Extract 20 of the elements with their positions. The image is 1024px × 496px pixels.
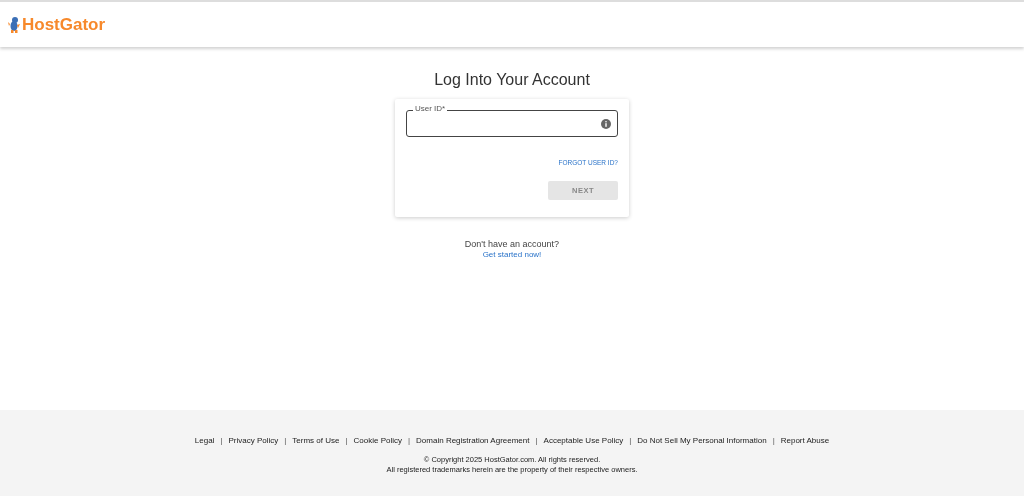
footer-link[interactable]: Cookie Policy bbox=[353, 436, 402, 445]
gator-mascot-icon bbox=[8, 16, 20, 33]
link-separator: | bbox=[772, 436, 775, 445]
link-separator: | bbox=[345, 436, 348, 445]
footer-link[interactable]: Terms of Use bbox=[292, 436, 340, 445]
link-separator: | bbox=[629, 436, 632, 445]
footer-link[interactable]: Legal bbox=[194, 436, 215, 445]
info-icon[interactable] bbox=[601, 118, 611, 129]
link-separator: | bbox=[220, 436, 223, 445]
footer-link[interactable]: Acceptable Use Policy bbox=[543, 436, 624, 445]
link-separator: | bbox=[535, 436, 538, 445]
footer-link[interactable]: Privacy Policy bbox=[228, 436, 279, 445]
footer-link[interactable]: Domain Registration Agreement bbox=[416, 436, 530, 445]
link-separator: | bbox=[284, 436, 287, 445]
footer-link[interactable]: Do Not Sell My Personal Information bbox=[637, 436, 767, 445]
get-started-link[interactable]: Get started now! bbox=[482, 250, 542, 259]
link-separator: | bbox=[408, 436, 411, 445]
footer-link[interactable]: Report Abuse bbox=[780, 436, 830, 445]
signup-prompt: Don't have an account? bbox=[464, 239, 560, 249]
page-title: Log Into Your Account bbox=[434, 71, 590, 89]
